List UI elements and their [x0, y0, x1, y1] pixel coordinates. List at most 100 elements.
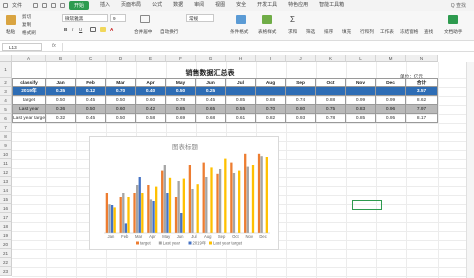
column-header[interactable]: F	[166, 55, 196, 62]
bar-2019年[interactable]	[166, 193, 169, 233]
table-cell[interactable]: 0.69	[166, 114, 196, 123]
bar-last-year[interactable]	[149, 199, 153, 233]
table-cell[interactable]: 0.60	[136, 96, 166, 105]
bar-last-year-target[interactable]	[238, 170, 241, 233]
table-cell[interactable]: 0.68	[196, 114, 226, 123]
merge-center-button[interactable]: 合并居中	[134, 29, 152, 35]
legend-label[interactable]: Last year target	[213, 241, 243, 246]
table-cell[interactable]	[256, 87, 286, 96]
table-cell[interactable]: 0.65	[196, 105, 226, 114]
row-header[interactable]: 14	[0, 186, 12, 195]
sort-button[interactable]: 排序	[324, 29, 333, 35]
table-cell[interactable]: 7.97	[406, 105, 438, 114]
conditional-format-button[interactable]: 条件格式	[230, 29, 248, 35]
bar-last-year[interactable]	[232, 173, 236, 233]
table-cell[interactable]: 0.85	[226, 96, 256, 105]
column-header[interactable]: A	[12, 55, 46, 62]
column-header[interactable]: C	[76, 55, 106, 62]
table-cell[interactable]: 0.50	[76, 105, 106, 114]
bar-target[interactable]	[161, 170, 164, 233]
row-header[interactable]: 4	[0, 96, 12, 105]
table-cell[interactable]: classify	[12, 78, 46, 87]
table-cell[interactable]: 0.25	[196, 87, 226, 96]
table-cell[interactable]: Oct	[316, 78, 346, 87]
bar-last-year-target[interactable]	[155, 186, 158, 233]
selected-cell[interactable]	[352, 200, 382, 210]
row-header[interactable]: 22	[0, 258, 12, 267]
row-header[interactable]: 12	[0, 168, 12, 177]
row-header[interactable]: 10	[0, 150, 12, 159]
bar-last-year-target[interactable]	[210, 167, 213, 233]
table-cell[interactable]: 0.45	[76, 114, 106, 123]
row-header[interactable]: 16	[0, 204, 12, 213]
bar-target[interactable]	[147, 185, 150, 233]
table-cell[interactable]: 8.62	[406, 96, 438, 105]
table-cell[interactable]: 0.78	[316, 114, 346, 123]
table-cell[interactable]	[226, 87, 256, 96]
row-header[interactable]: 2	[0, 78, 12, 87]
table-cell[interactable]: Feb	[76, 78, 106, 87]
row-header[interactable]: 9	[0, 141, 12, 150]
table-cell[interactable]: 3.57	[406, 87, 438, 96]
table-cell[interactable]: 0.36	[46, 105, 76, 114]
number-format-select[interactable]: 常规	[186, 14, 214, 22]
table-style-button[interactable]: 表格样式	[258, 29, 276, 35]
menu-tab[interactable]: 公式	[152, 1, 162, 10]
bar-target[interactable]	[105, 193, 109, 233]
column-header[interactable]: J	[286, 55, 316, 62]
bar-last-year[interactable]	[108, 204, 111, 233]
row-header[interactable]: 5	[0, 105, 12, 114]
table-cell[interactable]: 0.96	[376, 105, 406, 114]
bar-2019年[interactable]	[152, 201, 155, 233]
app-menu-icon[interactable]	[3, 3, 8, 8]
table-cell[interactable]: 0.58	[136, 114, 166, 123]
font-color-icon[interactable]: A	[110, 27, 113, 32]
bar-chart[interactable]: 图表标题 Jan Feb Mar Apr May Jun Jul Aug Sep Oct Nov De…	[89, 136, 279, 250]
table-cell[interactable]: 0.75	[316, 105, 346, 114]
bar-2019年[interactable]	[124, 223, 128, 233]
table-cell[interactable]: 8.17	[406, 114, 438, 123]
bar-last-year-target[interactable]	[141, 193, 144, 233]
table-cell[interactable]: 0.50	[106, 114, 136, 123]
bar-last-year[interactable]	[163, 165, 166, 233]
italic-icon[interactable]: I	[72, 27, 73, 32]
table-cell[interactable]: 0.50	[106, 96, 136, 105]
table-cell[interactable]: Apr	[136, 78, 166, 87]
table-cell[interactable]: 0.70	[256, 105, 286, 114]
bar-target[interactable]	[244, 153, 247, 233]
bar-last-year[interactable]	[205, 177, 208, 233]
bar-target[interactable]	[174, 197, 178, 233]
column-header[interactable]: L	[346, 55, 376, 62]
copy-button[interactable]: 复制	[22, 22, 31, 28]
bar-last-year-target[interactable]	[113, 207, 116, 233]
legend-label[interactable]: Last year	[163, 241, 181, 246]
conditional-format-icon[interactable]	[236, 15, 246, 24]
bar-target[interactable]	[257, 153, 261, 233]
table-cell[interactable]: Last year	[12, 105, 46, 114]
bar-target[interactable]	[188, 165, 192, 233]
table-cell[interactable]: 2019年	[12, 87, 46, 96]
vertical-scrollbar[interactable]	[466, 62, 474, 278]
table-cell[interactable]: 0.45	[196, 96, 226, 105]
legend-label[interactable]: 2019年	[193, 240, 207, 247]
column-header[interactable]: B	[46, 55, 76, 62]
row-header[interactable]: 20	[0, 240, 12, 249]
bar-last-year[interactable]	[191, 189, 194, 233]
table-cell[interactable]	[376, 87, 406, 96]
table-cell[interactable]: 0.88	[316, 96, 346, 105]
table-cell[interactable]	[346, 87, 376, 96]
bar-last-year[interactable]	[177, 181, 180, 233]
column-header[interactable]: K	[316, 55, 346, 62]
save-icon[interactable]	[33, 3, 39, 8]
font-name-select[interactable]: 微软雅黑	[62, 14, 108, 22]
table-cell[interactable]: 0.40	[136, 87, 166, 96]
row-header[interactable]: 7	[0, 123, 12, 132]
table-cell[interactable]: 0.83	[346, 105, 376, 114]
fx-icon[interactable]: fx	[52, 43, 56, 49]
bar-target[interactable]	[133, 193, 136, 233]
bar-last-year-target[interactable]	[196, 184, 199, 233]
underline-icon[interactable]: U	[79, 27, 82, 32]
redo-icon[interactable]	[60, 3, 66, 8]
table-cell[interactable]: 0.78	[166, 96, 196, 105]
bar-target[interactable]	[216, 173, 219, 233]
